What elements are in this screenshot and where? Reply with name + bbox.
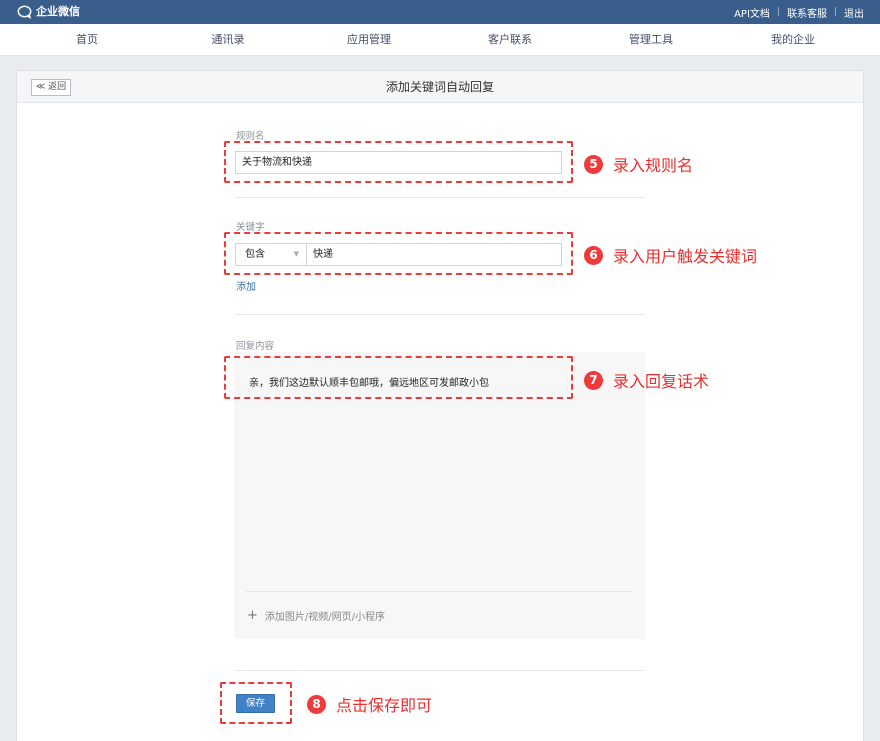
highlight-box — [220, 682, 292, 724]
separator: | — [833, 7, 837, 17]
nav-item-my-company[interactable]: 我的企业 — [743, 24, 843, 56]
annotation-5: 5 录入规则名 — [584, 153, 693, 175]
annotation-7: 7 录入回复话术 — [584, 369, 709, 391]
section-divider — [235, 314, 645, 315]
nav-item-contacts[interactable]: 通讯录 — [178, 24, 278, 56]
editor-divider — [246, 591, 632, 592]
main-nav: 首页 通讯录 应用管理 客户联系 管理工具 我的企业 — [0, 24, 880, 56]
annotation-text: 录入用户触发关键词 — [613, 247, 758, 266]
section-divider — [235, 670, 645, 671]
top-links: API文档 | 联系客服 | 退出 — [734, 0, 864, 24]
nav-item-tools[interactable]: 管理工具 — [601, 24, 701, 56]
wecom-logo-icon — [17, 5, 32, 19]
separator: | — [776, 7, 780, 17]
annotation-text: 录入规则名 — [613, 156, 694, 175]
step-number-badge: 6 — [584, 245, 603, 265]
api-docs-link[interactable]: API文档 — [734, 5, 770, 20]
highlight-box — [224, 232, 573, 275]
app-logo[interactable]: 企业微信 — [17, 4, 80, 20]
step-number-badge: 7 — [584, 370, 603, 390]
app-name: 企业微信 — [36, 5, 80, 18]
nav-item-home[interactable]: 首页 — [37, 24, 137, 56]
plus-icon: + — [247, 608, 258, 623]
keyword-label: 关键字 — [236, 222, 265, 233]
nav-item-apps[interactable]: 应用管理 — [319, 24, 419, 56]
annotation-8: 8 点击保存即可 — [307, 693, 432, 715]
logout-link[interactable]: 退出 — [844, 5, 864, 20]
support-link[interactable]: 联系客服 — [787, 5, 827, 20]
annotation-text: 点击保存即可 — [336, 696, 433, 715]
highlight-box — [224, 356, 573, 399]
section-divider — [235, 197, 645, 198]
rule-name-label: 规则名 — [236, 131, 265, 142]
add-media-label: 添加图片/视频/网页/小程序 — [264, 612, 386, 623]
reply-content-label: 回复内容 — [236, 341, 275, 352]
add-media-button[interactable]: + 添加图片/视频/网页/小程序 — [247, 608, 385, 623]
page-title: 添加关键词自动回复 — [385, 80, 494, 94]
nav-item-customers[interactable]: 客户联系 — [460, 24, 560, 56]
annotation-6: 6 录入用户触发关键词 — [584, 244, 757, 266]
panel-header: ≪ 返回 添加关键词自动回复 — [17, 71, 863, 103]
add-keyword-link[interactable]: 添加 — [236, 278, 256, 293]
highlight-box — [224, 141, 573, 183]
annotation-text: 录入回复话术 — [613, 372, 710, 391]
step-number-badge: 8 — [307, 694, 326, 714]
step-number-badge: 5 — [584, 154, 603, 174]
top-bar: 企业微信 API文档 | 联系客服 | 退出 — [0, 0, 880, 24]
